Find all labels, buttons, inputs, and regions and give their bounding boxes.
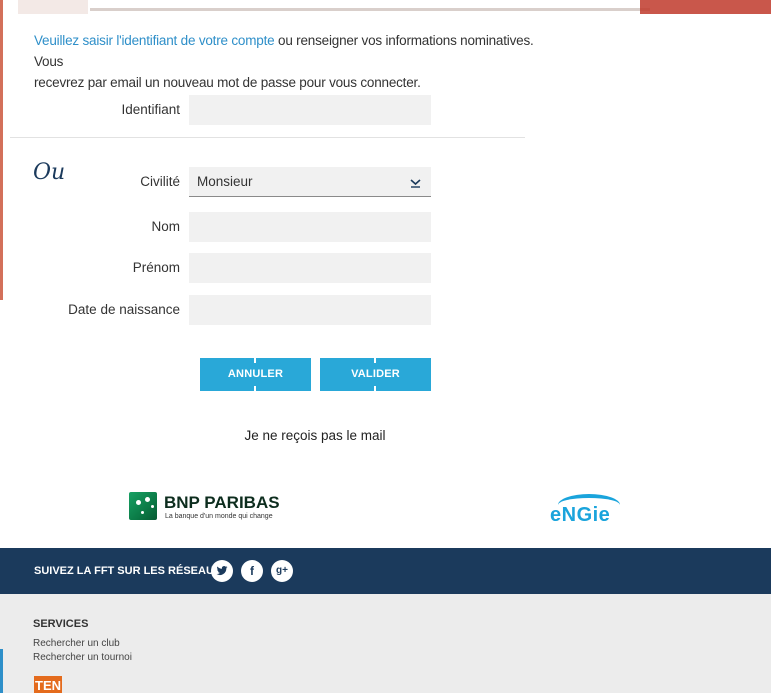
banner-segment	[640, 0, 771, 14]
no-mail-link[interactable]: Je ne reçois pas le mail	[0, 428, 630, 443]
nom-label: Nom	[151, 219, 180, 234]
ten-logo[interactable]: TEN	[34, 676, 62, 693]
top-banner-strip	[0, 0, 771, 14]
banner-segment	[90, 8, 650, 11]
services-heading: SERVICES	[33, 618, 89, 630]
button-notch	[254, 386, 256, 391]
identifiant-label: Identifiant	[121, 102, 180, 117]
account-id-link[interactable]: Veuillez saisir l'identifiant de votre c…	[34, 33, 275, 48]
search-tournament-link[interactable]: Rechercher un tournoi	[33, 652, 132, 663]
bnp-stars-icon	[129, 492, 157, 520]
prenom-label: Prénom	[132, 260, 180, 275]
civilite-label: Civilité	[140, 174, 180, 189]
google-plus-icon[interactable]: g+	[271, 560, 293, 582]
submit-button-label: VALIDER	[351, 368, 400, 380]
banner-segment	[18, 0, 88, 14]
intro-text-part2: recevrez par email un nouveau mot de pas…	[34, 75, 421, 90]
services-footer: SERVICES Rechercher un club Rechercher u…	[0, 594, 771, 693]
civilite-selected-value: Monsieur	[197, 174, 253, 189]
social-title: SUIVEZ LA FFT SUR LES RÉSEAUX :	[34, 565, 228, 577]
cancel-button[interactable]: ANNULER	[200, 358, 311, 391]
social-bar: SUIVEZ LA FFT SUR LES RÉSEAUX : f g+	[0, 548, 771, 594]
engie-logo[interactable]: eNGie	[550, 494, 630, 530]
intro-text: Veuillez saisir l'identifiant de votre c…	[34, 30, 534, 93]
bnp-tagline: La banque d'un monde qui change	[165, 513, 273, 520]
submit-button[interactable]: VALIDER	[320, 358, 431, 391]
nom-field[interactable]	[189, 212, 431, 242]
prenom-row: Prénom	[0, 253, 530, 283]
chevron-down-icon	[410, 167, 421, 208]
date-naissance-label: Date de naissance	[68, 302, 180, 317]
nom-row: Nom	[0, 212, 530, 242]
section-divider	[10, 137, 525, 138]
bnp-name: BNP PARIBAS	[164, 493, 280, 512]
prenom-field[interactable]	[189, 253, 431, 283]
facebook-icon[interactable]: f	[241, 560, 263, 582]
date-naissance-row: Date de naissance	[0, 295, 530, 325]
footer-accent-line	[0, 649, 3, 693]
civilite-row: Civilité Monsieur	[0, 167, 530, 197]
date-naissance-field[interactable]	[189, 295, 431, 325]
cancel-button-label: ANNULER	[227, 368, 284, 380]
civilite-select[interactable]: Monsieur	[189, 167, 431, 197]
identifiant-field[interactable]	[189, 95, 431, 125]
button-notch	[374, 358, 376, 363]
button-notch	[254, 358, 256, 363]
search-club-link[interactable]: Rechercher un club	[33, 638, 120, 649]
engie-name: eNGie	[550, 504, 611, 526]
twitter-icon[interactable]	[211, 560, 233, 582]
button-notch	[374, 386, 376, 391]
identifiant-row: Identifiant	[0, 95, 530, 125]
